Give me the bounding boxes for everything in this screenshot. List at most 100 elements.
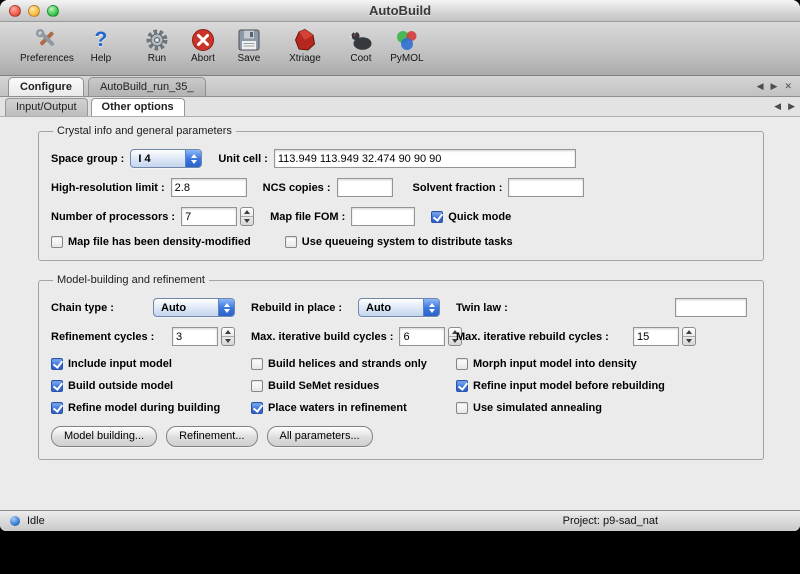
queueing-checkbox[interactable]: Use queueing system to distribute tasks xyxy=(285,236,513,248)
max-rebuild-cycles-stepper[interactable] xyxy=(682,327,696,346)
checkbox-box xyxy=(251,358,263,370)
max-rebuild-cycles-label: Max. iterative rebuild cycles : xyxy=(456,331,609,343)
ncs-copies-label: NCS copies : xyxy=(263,182,331,194)
main-content: Crystal info and general parameters Spac… xyxy=(0,117,800,510)
title-bar: AutoBuild xyxy=(0,0,800,22)
stepper-up-icon[interactable] xyxy=(683,328,695,337)
unit-cell-input[interactable] xyxy=(274,149,576,168)
abort-button[interactable]: Abort xyxy=(180,25,226,65)
window-controls xyxy=(9,5,59,17)
model-building-button[interactable]: Model building... xyxy=(51,426,157,447)
stepper-down-icon[interactable] xyxy=(683,337,695,345)
morph-input-model-checkbox[interactable]: Morph input model into density xyxy=(456,358,751,370)
zoom-button[interactable] xyxy=(47,5,59,17)
high-resolution-limit-input[interactable] xyxy=(171,178,247,197)
ncs-copies-input[interactable] xyxy=(337,178,393,197)
space-group-value: I 4 xyxy=(131,150,185,167)
preferences-button[interactable]: Preferences xyxy=(16,25,78,65)
checkbox-box xyxy=(251,402,263,414)
crystal-row-2: High-resolution limit : NCS copies : Sol… xyxy=(51,178,751,197)
model-checkbox-grid: Include input model Build helices and st… xyxy=(51,358,751,414)
tab-scroll-left-icon[interactable]: ◀ xyxy=(774,101,781,112)
xtriage-button[interactable]: Xtriage xyxy=(282,25,328,65)
stepper-up-icon[interactable] xyxy=(222,328,234,337)
space-group-popup[interactable]: I 4 xyxy=(130,149,202,168)
checkbox-box xyxy=(51,402,63,414)
max-rebuild-cycles-input[interactable] xyxy=(633,327,679,346)
toolbar-label: Xtriage xyxy=(289,53,321,64)
twin-law-input[interactable] xyxy=(675,298,747,317)
tab-autobuild-run[interactable]: AutoBuild_run_35_ xyxy=(88,77,206,96)
pymol-icon xyxy=(393,26,420,53)
density-modified-checkbox[interactable]: Map file has been density-modified xyxy=(51,236,251,248)
place-waters-checkbox[interactable]: Place waters in refinement xyxy=(251,402,456,414)
include-input-model-checkbox[interactable]: Include input model xyxy=(51,358,251,370)
model-building-section: Model-building and refinement Chain type… xyxy=(38,274,764,460)
window-title: AutoBuild xyxy=(0,3,800,18)
build-outside-model-checkbox[interactable]: Build outside model xyxy=(51,380,251,392)
refinement-button[interactable]: Refinement... xyxy=(166,426,257,447)
crystal-row-3: Number of processors : Map file FOM : Qu… xyxy=(51,207,751,226)
refinement-cycles-input[interactable] xyxy=(172,327,218,346)
chain-type-value: Auto xyxy=(154,299,218,316)
simulated-annealing-checkbox[interactable]: Use simulated annealing xyxy=(456,402,751,414)
processors-stepper[interactable] xyxy=(240,207,254,226)
checkbox-box xyxy=(456,402,468,414)
build-helices-checkbox[interactable]: Build helices and strands only xyxy=(251,358,456,370)
map-fom-input[interactable] xyxy=(351,207,415,226)
max-build-cycles-cell: Max. iterative build cycles : xyxy=(251,327,456,346)
xtriage-icon xyxy=(291,26,318,53)
quick-mode-checkbox[interactable]: Quick mode xyxy=(431,211,511,223)
refine-input-model-checkbox[interactable]: Refine input model before rebuilding xyxy=(456,380,751,392)
close-button[interactable] xyxy=(9,5,21,17)
save-icon xyxy=(235,26,262,53)
solvent-fraction-input[interactable] xyxy=(508,178,584,197)
build-semet-checkbox[interactable]: Build SeMet residues xyxy=(251,380,456,392)
tab-configure[interactable]: Configure xyxy=(8,77,84,96)
run-icon xyxy=(143,26,170,53)
status-dot-icon xyxy=(10,516,20,526)
tab-scroll-left-icon[interactable]: ◀ xyxy=(757,81,764,92)
tab-input-output[interactable]: Input/Output xyxy=(5,98,88,116)
rebuild-in-place-value: Auto xyxy=(359,299,423,316)
max-build-cycles-label: Max. iterative build cycles : xyxy=(251,331,393,343)
crystal-info-section: Crystal info and general parameters Spac… xyxy=(38,125,764,261)
stepper-up-icon[interactable] xyxy=(241,208,253,217)
tab-other-options[interactable]: Other options xyxy=(91,98,185,116)
minimize-button[interactable] xyxy=(28,5,40,17)
run-button[interactable]: Run xyxy=(134,25,180,65)
processors-input[interactable] xyxy=(181,207,237,226)
pymol-button[interactable]: PyMOL xyxy=(384,25,430,65)
refine-during-building-checkbox[interactable]: Refine model during building xyxy=(51,402,251,414)
chain-type-popup[interactable]: Auto xyxy=(153,298,235,317)
chain-type-label: Chain type : xyxy=(51,302,114,314)
status-bar: Idle Project: p9-sad_nat xyxy=(0,510,800,531)
rebuild-in-place-label: Rebuild in place : xyxy=(251,302,342,314)
all-parameters-button[interactable]: All parameters... xyxy=(267,426,373,447)
max-build-cycles-input[interactable] xyxy=(399,327,445,346)
model-row-2: Refinement cycles : Max. iterative build… xyxy=(51,327,751,346)
save-button[interactable]: Save xyxy=(226,25,272,65)
model-buttons-row: Model building... Refinement... All para… xyxy=(51,426,751,447)
project-label: Project: p9-sad_nat xyxy=(563,515,658,527)
tab-scroll-right-icon[interactable]: ▶ xyxy=(788,101,795,112)
checkbox-box xyxy=(285,236,297,248)
checkbox-box xyxy=(456,358,468,370)
checkbox-box xyxy=(51,380,63,392)
coot-button[interactable]: Coot xyxy=(338,25,384,65)
toolbar-label: Save xyxy=(238,53,261,64)
rebuild-in-place-popup[interactable]: Auto xyxy=(358,298,440,317)
checkbox-box xyxy=(251,380,263,392)
high-resolution-limit-label: High-resolution limit : xyxy=(51,182,165,194)
checkbox-box xyxy=(431,211,443,223)
refinement-cycles-stepper[interactable] xyxy=(221,327,235,346)
help-button[interactable]: ? Help xyxy=(78,25,124,65)
status-text: Idle xyxy=(27,515,45,527)
solvent-fraction-label: Solvent fraction : xyxy=(413,182,503,194)
stepper-down-icon[interactable] xyxy=(222,337,234,345)
abort-icon xyxy=(189,26,216,53)
tab-close-icon[interactable]: ✕ xyxy=(784,81,792,92)
tab-scroll-right-icon[interactable]: ▶ xyxy=(771,81,778,92)
toolbar-label: Run xyxy=(148,53,166,64)
stepper-down-icon[interactable] xyxy=(241,217,253,225)
